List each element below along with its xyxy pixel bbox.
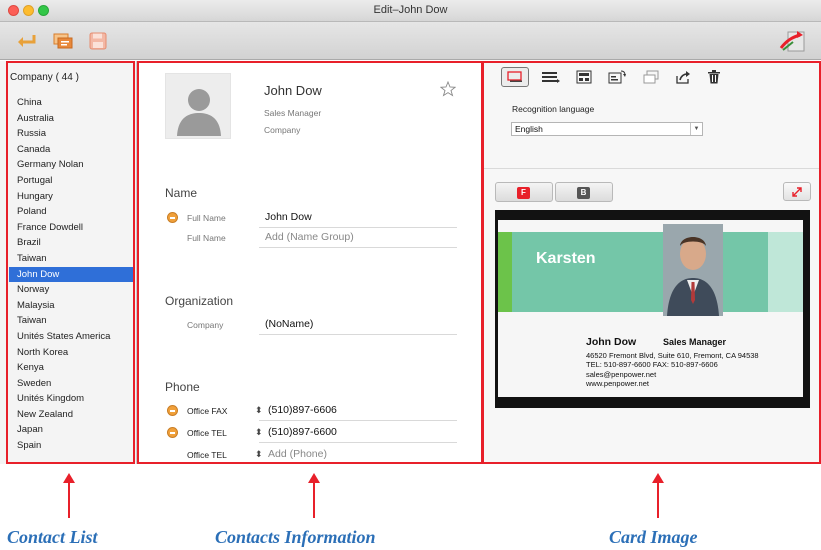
- callout-contact-list: Contact List: [7, 527, 98, 547]
- contact-list-arrow-line: [68, 482, 70, 518]
- floppy-disk-icon: [89, 32, 107, 50]
- title-bar: Edit–John Dow: [0, 0, 821, 22]
- contact-list-highlight: [6, 61, 135, 464]
- card-image-arrow-line: [657, 482, 659, 518]
- card-stack-icon: [53, 33, 73, 49]
- main-toolbar: [0, 22, 821, 60]
- sync-export-icon: [779, 31, 805, 52]
- back-button[interactable]: [14, 29, 38, 53]
- contacts-info-arrow-line: [313, 482, 315, 518]
- card-image-highlight: [482, 61, 821, 464]
- callout-contacts-information: Contacts Information: [215, 527, 376, 547]
- return-arrow-icon: [18, 35, 36, 47]
- window-title: Edit–John Dow: [373, 4, 448, 16]
- callout-card-image: Card Image: [609, 527, 698, 547]
- save-button[interactable]: [86, 29, 110, 53]
- app-window: Edit–John Dow Company (44) China Austr…: [0, 0, 821, 550]
- contacts-info-highlight: [137, 61, 483, 464]
- export-button[interactable]: [778, 27, 808, 55]
- card-view-button[interactable]: [51, 29, 75, 53]
